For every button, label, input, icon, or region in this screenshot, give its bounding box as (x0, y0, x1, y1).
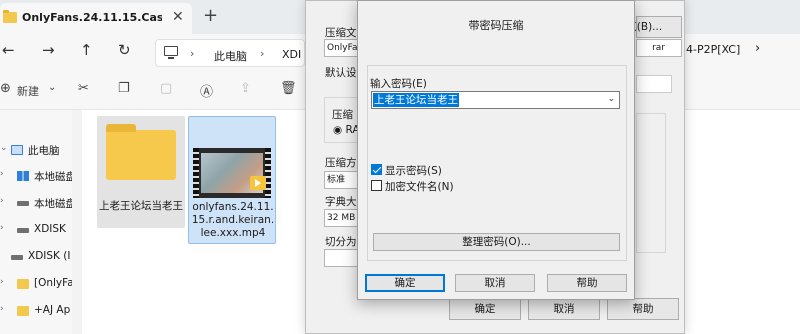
sidebar-item-label: +AJ Ap (34, 304, 71, 316)
breadcrumb-item[interactable]: 此电脑 (214, 48, 247, 64)
refresh-icon[interactable]: ↻ (118, 41, 131, 59)
password-input-label: 输入密码(E) (370, 78, 427, 90)
chevron-right-icon[interactable]: › (0, 304, 4, 314)
computer-icon (11, 145, 23, 155)
computer-icon (164, 46, 178, 59)
film-strip-icon (193, 148, 199, 198)
sidebar-item-xdisk-2[interactable]: XDISK (I (0, 247, 72, 269)
password-dialog: 带密码压缩 输入密码(E) 上老王论坛当老王 ⌄ 显示密码(S) 加密文件名(N… (357, 0, 635, 300)
password-input[interactable]: 上老王论坛当老王 ⌄ (371, 91, 620, 109)
folder-icon (106, 124, 176, 180)
new-icon[interactable]: ⊕ (0, 81, 11, 96)
show-password-label: 显示密码(S) (385, 165, 442, 177)
sidebar-item-onlyfans-folder[interactable]: › [OnlyFa (0, 274, 72, 296)
archive-name-label: 压缩文 (325, 27, 357, 39)
explorer-tab[interactable]: OnlyFans.24.11.15.Cas.Summer. ✕ (0, 3, 192, 34)
checkbox-checked-icon[interactable] (371, 164, 382, 175)
video-thumbnail (193, 148, 271, 198)
password-value: 上老王论坛当老王 (373, 93, 459, 107)
chevron-down-icon[interactable]: ⌄ (607, 94, 615, 104)
chevron-down-icon[interactable]: ⌄ (0, 143, 8, 153)
dictionary-size-label: 字典大 (325, 196, 357, 208)
player-badge-icon (250, 176, 266, 190)
back-arrow-icon[interactable]: ← (2, 41, 15, 59)
sidebar-item-xdisk[interactable]: › XDISK (0, 220, 72, 242)
split-volumes-field[interactable] (324, 249, 358, 267)
share-icon[interactable]: ⇪ (240, 81, 251, 96)
sidebar-item-local-disk[interactable]: › 本地磁盘 (0, 193, 72, 215)
compression-method-select[interactable]: 标准 (324, 171, 358, 189)
dictionary-size-select[interactable]: 32 MB (324, 209, 358, 227)
sidebar-item-label: 本地磁盘 (34, 198, 72, 210)
breadcrumb-item[interactable]: 4-P2P[XC] (686, 43, 740, 56)
chevron-right-icon: › (190, 47, 195, 60)
archive-name-field[interactable]: OnlyFa (324, 39, 358, 57)
film-strip-icon (265, 148, 271, 198)
windows-drive-icon (17, 171, 29, 181)
new-tab-icon[interactable]: + (203, 5, 218, 26)
archive-ok-button[interactable]: 确定 (449, 298, 521, 320)
archive-help-button[interactable]: 帮助 (607, 298, 679, 320)
ok-button[interactable]: 确定 (365, 274, 445, 292)
sidebar-item-label: XDISK (34, 223, 66, 235)
sidebar-item-label: [OnlyFa (34, 277, 72, 289)
archive-format-select[interactable]: rar (636, 39, 682, 57)
drive-icon (11, 255, 23, 260)
radio-rar[interactable]: ◉ RA (333, 124, 360, 136)
up-arrow-icon[interactable]: ↑ (80, 41, 93, 59)
folder-icon (17, 306, 29, 316)
default-profile-label: 默认设 (325, 67, 357, 79)
breadcrumb-item[interactable]: XDI (282, 48, 301, 61)
close-icon[interactable]: ✕ (172, 9, 184, 25)
delete-icon[interactable]: 🗑 (280, 81, 297, 96)
copy-icon[interactable]: ❐ (118, 81, 130, 96)
compression-method-label: 压缩方 (325, 157, 357, 169)
folder-icon (3, 10, 17, 23)
forward-arrow-icon[interactable]: → (42, 41, 55, 59)
encrypt-filenames-label: 加密文件名(N) (385, 181, 454, 193)
update-mode-select[interactable] (636, 75, 672, 93)
browse-button[interactable]: 浏览(B)... (616, 16, 682, 38)
drive-icon (17, 201, 29, 206)
drive-icon (17, 228, 29, 233)
sidebar-item-label: 本地磁盘 (34, 171, 72, 183)
tab-title: OnlyFans.24.11.15.Cas.Summer. (22, 11, 162, 24)
dialog-title: 带密码压缩 (468, 19, 524, 32)
file-item-folder[interactable]: 上老王论坛当老王 (97, 116, 185, 228)
archive-options-group (636, 113, 666, 253)
cut-icon[interactable]: ✂ (78, 81, 89, 96)
navigation-pane: ⌄ 此电脑 › 本地磁盘 › 本地磁盘 › XDISK XDISK (I › [… (0, 110, 72, 334)
chevron-right-icon[interactable]: › (0, 196, 4, 206)
sidebar-item-label: 此电脑 (28, 145, 60, 157)
organize-passwords-button[interactable]: 整理密码(O)... (373, 233, 620, 251)
file-item-video[interactable]: onlyfans.24.11.15.r.and.keiran.lee.xxx.m… (188, 116, 276, 244)
file-name: onlyfans.24.11.15.r.and.keiran.lee.xxx.m… (191, 201, 275, 239)
chevron-right-icon[interactable]: › (0, 223, 4, 233)
checkbox-unchecked-icon[interactable] (371, 180, 382, 191)
cancel-button[interactable]: 取消 (455, 274, 535, 292)
address-bar[interactable]: › 此电脑 › XDI (155, 39, 305, 67)
sidebar-item-local-disk-c[interactable]: › 本地磁盘 (0, 166, 72, 188)
chevron-right-icon: › (260, 47, 265, 60)
chevron-right-icon[interactable]: › (0, 169, 4, 179)
sidebar-item-aj-folder[interactable]: › +AJ Ap (0, 301, 72, 323)
archive-format-value: rar (652, 43, 665, 53)
folder-icon (17, 279, 29, 289)
chevron-right-icon: › (755, 41, 761, 56)
split-volumes-label: 切分为 (325, 236, 357, 248)
archive-format-group-label: 压缩 (332, 109, 353, 121)
rename-icon[interactable]: Ⓐ (200, 81, 213, 100)
chevron-down-icon[interactable]: ⌄ (48, 82, 56, 93)
paste-icon[interactable]: ▢ (160, 81, 172, 96)
chevron-right-icon[interactable]: › (0, 277, 4, 287)
new-button[interactable]: 新建 (17, 83, 39, 99)
sidebar-item-label: XDISK (I (28, 250, 71, 262)
file-name: 上老王论坛当老王 (99, 200, 183, 212)
sidebar-item-this-pc[interactable]: ⌄ 此电脑 (0, 140, 72, 162)
help-button[interactable]: 帮助 (547, 274, 627, 292)
archive-cancel-button[interactable]: 取消 (528, 298, 600, 320)
